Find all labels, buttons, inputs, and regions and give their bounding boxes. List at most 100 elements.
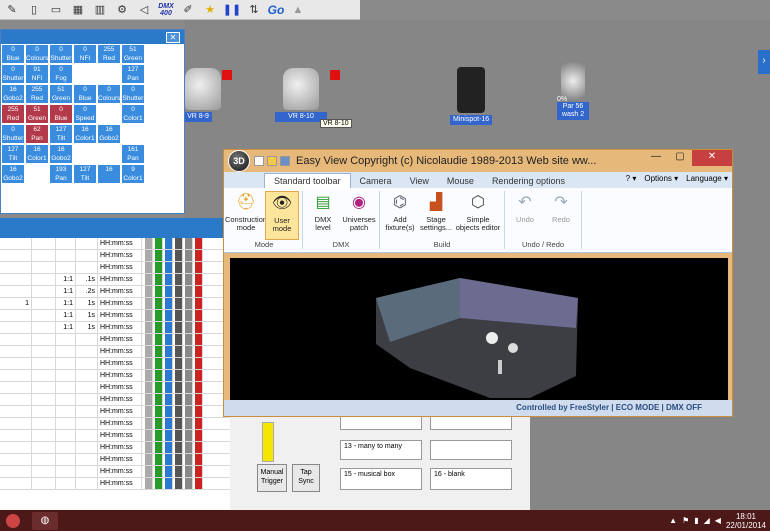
arrow-right-icon[interactable] (165, 394, 173, 405)
dmx-cell[interactable] (145, 104, 169, 124)
shuffle-icon[interactable] (175, 382, 183, 393)
sequence-row[interactable]: HH:mm:ss (0, 478, 230, 490)
dmx-cell[interactable]: 16 Gobo2 (1, 164, 25, 184)
fixture-minispot-16[interactable]: Minispot-16 (450, 67, 493, 125)
trash-icon[interactable] (185, 418, 193, 429)
dropper-icon[interactable]: ✐ (180, 2, 196, 18)
app-logo-3d[interactable]: 3D (228, 150, 250, 172)
dmx-cell[interactable]: 16 Color1 (73, 124, 97, 144)
cue-15-button[interactable]: 15 - musical box (340, 468, 422, 490)
sequence-row[interactable]: 1 1:1 1s HH:mm:ss (0, 298, 230, 310)
dmx-400-button[interactable]: DMX 400 (158, 2, 174, 18)
edit-icon[interactable] (145, 394, 153, 405)
dmx-cell[interactable]: 127 Tilt (49, 124, 73, 144)
dmx-cell[interactable]: 16 (97, 164, 121, 184)
fixture-vr-8-10[interactable]: VR 8-10 (275, 68, 327, 122)
shuffle-icon[interactable] (175, 394, 183, 405)
edit-icon[interactable] (145, 442, 153, 453)
shuffle-icon[interactable] (175, 346, 183, 357)
tap-sync-button[interactable]: Tap Sync (292, 464, 320, 492)
trash-icon[interactable] (185, 334, 193, 345)
edit-icon[interactable] (145, 298, 153, 309)
trash-icon[interactable] (185, 262, 193, 273)
dmx-level-button[interactable]: ▤ DMX level (306, 191, 340, 240)
dmx-cell[interactable]: 0 Color1 (121, 104, 145, 124)
help-menu[interactable]: ? ▾ (626, 174, 637, 183)
refresh-icon[interactable] (155, 430, 163, 441)
refresh-icon[interactable] (155, 334, 163, 345)
refresh-icon[interactable] (155, 322, 163, 333)
refresh-icon[interactable] (155, 454, 163, 465)
dmx-cell[interactable] (145, 124, 169, 144)
trash-icon[interactable] (185, 358, 193, 369)
refresh-icon[interactable] (155, 310, 163, 321)
trash-icon[interactable] (185, 382, 193, 393)
shuffle-icon[interactable] (175, 334, 183, 345)
no-entry-icon[interactable] (195, 322, 203, 333)
trash-icon[interactable] (185, 250, 193, 261)
arrow-right-icon[interactable] (165, 430, 173, 441)
trash-icon[interactable] (185, 394, 193, 405)
trash-icon[interactable] (185, 442, 193, 453)
fixture-vr-8-9[interactable]: VR 8-9 (184, 68, 221, 122)
shuffle-icon[interactable] (175, 310, 183, 321)
edit-icon[interactable] (145, 262, 153, 273)
volume-icon[interactable]: ◀ (715, 516, 721, 525)
no-entry-icon[interactable] (195, 346, 203, 357)
sequence-row[interactable]: 1:1 1s HH:mm:ss (0, 322, 230, 334)
edit-icon[interactable] (145, 382, 153, 393)
tray-up-arrow-icon[interactable]: ▲ (669, 516, 677, 525)
arrow-right-icon[interactable] (165, 310, 173, 321)
flag-icon[interactable]: ⚑ (682, 516, 689, 525)
dmx-cell[interactable] (97, 64, 121, 84)
dmx-cell[interactable] (73, 64, 97, 84)
dmx-cell[interactable]: 161 Pan (121, 144, 145, 164)
sequence-row[interactable]: HH:mm:ss (0, 250, 230, 262)
shuffle-icon[interactable] (175, 418, 183, 429)
new-file-icon[interactable]: ▯ (26, 2, 42, 18)
dmx-cell[interactable]: 51 Green (49, 84, 73, 104)
undo-button[interactable]: ↶ Undo (508, 191, 542, 240)
no-entry-icon[interactable] (195, 418, 203, 429)
sequence-row[interactable]: HH:mm:ss (0, 334, 230, 346)
trash-icon[interactable] (185, 454, 193, 465)
sequence-row[interactable]: HH:mm:ss (0, 406, 230, 418)
fixture-par-56-wash-2[interactable]: Par 56 wash 2 (557, 62, 589, 120)
shuffle-icon[interactable] (175, 406, 183, 417)
shuffle-icon[interactable] (175, 370, 183, 381)
shuffle-icon[interactable] (175, 358, 183, 369)
trash-icon[interactable] (185, 430, 193, 441)
refresh-icon[interactable] (155, 442, 163, 453)
edit-icon[interactable] (145, 406, 153, 417)
dmx-cell[interactable]: 51 Green (25, 104, 49, 124)
fixture-icon[interactable]: ▦ (70, 2, 86, 18)
refresh-icon[interactable] (155, 478, 163, 489)
no-entry-icon[interactable] (195, 310, 203, 321)
dmx-cell[interactable]: 127 Pan (121, 64, 145, 84)
cue-13-button[interactable]: 13 - many to many (340, 440, 422, 460)
sequence-row[interactable]: 1:1.2s HH:mm:ss (0, 286, 230, 298)
dmx-cell[interactable]: 9 Color1 (121, 164, 145, 184)
sequence-row[interactable]: 1:1 1s HH:mm:ss (0, 310, 230, 322)
open-folder-icon[interactable] (267, 156, 277, 166)
shuffle-icon[interactable] (175, 454, 183, 465)
edit-icon[interactable] (145, 310, 153, 321)
arrow-right-icon[interactable] (165, 250, 173, 261)
no-entry-icon[interactable] (195, 406, 203, 417)
edit-icon[interactable] (145, 346, 153, 357)
dmx-cell[interactable]: 16 Gobo2 (49, 144, 73, 164)
cue-button[interactable] (430, 440, 512, 460)
maximize-button[interactable]: ▢ (668, 150, 692, 166)
edit-icon[interactable] (145, 466, 153, 477)
shuffle-icon[interactable] (175, 322, 183, 333)
refresh-icon[interactable] (155, 466, 163, 477)
simple-objects-editor-button[interactable]: ⬡ Simple objects editor (455, 191, 501, 240)
dmx-cell[interactable] (97, 144, 121, 164)
cue-16-button[interactable]: 16 - blank (430, 468, 512, 490)
no-entry-icon[interactable] (195, 262, 203, 273)
tab-rendering-options[interactable]: Rendering options (483, 174, 574, 188)
pause-icon[interactable]: ❚❚ (223, 2, 241, 18)
cue-button[interactable] (340, 416, 422, 430)
no-entry-icon[interactable] (195, 250, 203, 261)
refresh-icon[interactable] (155, 274, 163, 285)
